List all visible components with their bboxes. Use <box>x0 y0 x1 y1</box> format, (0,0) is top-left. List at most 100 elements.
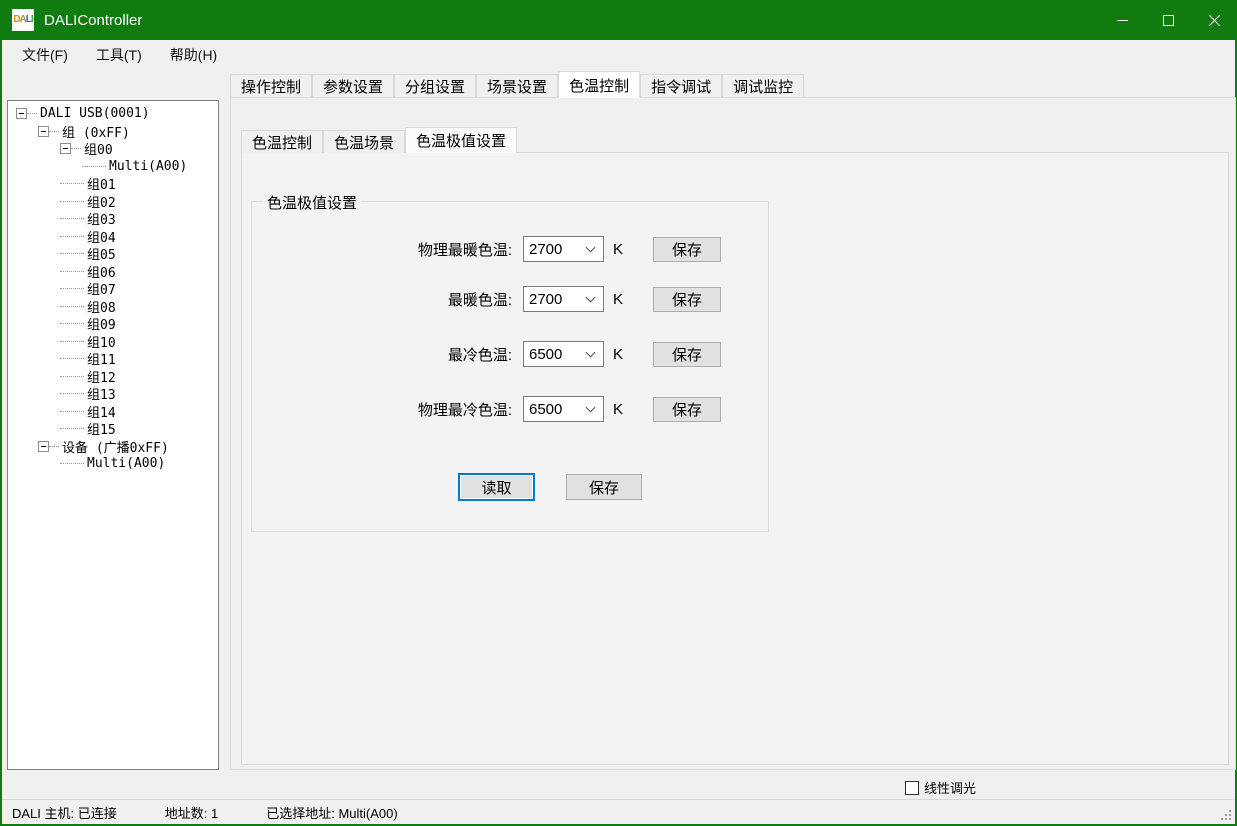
tree-connector <box>60 393 84 394</box>
tree-item-label: 组07 <box>87 279 116 298</box>
tree-collapse-icon[interactable] <box>38 441 49 452</box>
tree-item[interactable]: 设备 (广播0xFF) <box>8 438 218 456</box>
status-host: DALI 主机: 已连接 <box>12 803 117 822</box>
tree-item[interactable]: 组00 <box>8 140 218 158</box>
tree-item[interactable]: 组11 <box>8 350 218 368</box>
cct-row-label: 最冷色温: <box>252 344 512 365</box>
cct-row-label: 物理最冷色温: <box>252 399 512 420</box>
tree-connector <box>60 376 84 377</box>
tree-item[interactable]: DALI USB(0001) <box>8 105 218 123</box>
tree-connector <box>82 166 106 167</box>
tree-item-label: 组 (0xFF) <box>62 122 130 141</box>
tree-item[interactable]: 组01 <box>8 175 218 193</box>
tree-connector <box>60 341 84 342</box>
main-tab[interactable]: 调试监控 <box>722 74 804 98</box>
row-save-button[interactable]: 保存 <box>653 397 721 422</box>
main-tab[interactable]: 场景设置 <box>476 74 558 98</box>
device-tree[interactable]: DALI USB(0001)组 (0xFF)组00Multi(A00)组01组0… <box>7 100 219 770</box>
tree-connector <box>49 131 59 132</box>
action-row: 读取 保存 <box>458 473 642 501</box>
tree-item-label: 组14 <box>87 402 116 421</box>
tree-collapse-icon[interactable] <box>16 108 27 119</box>
resize-grip[interactable] <box>1219 808 1231 820</box>
cct-value: 6500 <box>524 401 587 418</box>
main-tab[interactable]: 操作控制 <box>230 74 312 98</box>
unit-label: K <box>613 346 633 363</box>
tree-item[interactable]: 组12 <box>8 368 218 386</box>
statusbar: DALI 主机: 已连接 地址数: 1 已选择地址: Multi(A00) <box>2 799 1235 824</box>
tree-connector <box>60 288 84 289</box>
row-save-button[interactable]: 保存 <box>653 342 721 367</box>
tree-item-label: 组12 <box>87 367 116 386</box>
tree-item[interactable]: 组02 <box>8 193 218 211</box>
tree-item[interactable]: 组14 <box>8 403 218 421</box>
tree-item[interactable]: 组07 <box>8 280 218 298</box>
row-save-button[interactable]: 保存 <box>653 237 721 262</box>
tree-connector <box>60 236 84 237</box>
tree-item[interactable]: 组13 <box>8 385 218 403</box>
cct-limits-groupbox: 色温极值设置 读取 保存 物理最暖色温:2700K保存最暖色温:2700K保存最… <box>251 201 769 532</box>
menu-item[interactable]: 文件(F) <box>8 41 82 69</box>
tree-item[interactable]: 组04 <box>8 228 218 246</box>
sub-tab[interactable]: 色温控制 <box>241 130 323 153</box>
cct-value-dropdown[interactable]: 6500 <box>523 341 604 367</box>
linear-dimming-checkbox[interactable] <box>905 781 919 795</box>
tree-connector <box>60 411 84 412</box>
tree-item-label: 组03 <box>87 209 116 228</box>
read-button[interactable]: 读取 <box>458 473 535 501</box>
close-icon <box>1208 14 1221 27</box>
tree-item-label: 组02 <box>87 192 116 211</box>
tree-connector <box>60 271 84 272</box>
status-selected-address: 已选择地址: Multi(A00) <box>266 803 397 822</box>
tree-item-label: 组05 <box>87 244 116 263</box>
save-all-button[interactable]: 保存 <box>566 474 642 500</box>
tree-collapse-icon[interactable] <box>38 126 49 137</box>
cct-value-dropdown[interactable]: 2700 <box>523 236 604 262</box>
tree-item[interactable]: 组 (0xFF) <box>8 123 218 141</box>
menu-item[interactable]: 工具(T) <box>82 41 156 69</box>
cct-value-dropdown[interactable]: 2700 <box>523 286 604 312</box>
main-tab[interactable]: 分组设置 <box>394 74 476 98</box>
main-tab[interactable]: 指令调试 <box>640 74 722 98</box>
unit-label: K <box>613 291 633 308</box>
tree-item[interactable]: 组06 <box>8 263 218 281</box>
maximize-button[interactable] <box>1145 0 1191 40</box>
sub-tab[interactable]: 色温场景 <box>323 130 405 153</box>
menu-item[interactable]: 帮助(H) <box>156 41 231 69</box>
minimize-icon <box>1117 20 1128 21</box>
menubar: 文件(F)工具(T)帮助(H) <box>2 40 1235 70</box>
main-tab[interactable]: 参数设置 <box>312 74 394 98</box>
tree-item-label: Multi(A00) <box>109 159 187 174</box>
tree-item[interactable]: Multi(A00) <box>8 158 218 176</box>
main-tabstrip: 操作控制参数设置分组设置场景设置色温控制指令调试调试监控 <box>230 73 804 98</box>
tree-connector <box>49 446 59 447</box>
tree-connector <box>27 113 37 114</box>
window-controls <box>1099 0 1237 40</box>
app-icon: DALI <box>12 9 34 31</box>
tree-item[interactable]: 组15 <box>8 420 218 438</box>
maximize-icon <box>1163 15 1174 26</box>
sub-tabstrip: 色温控制色温场景色温极值设置 <box>241 129 517 153</box>
tree-connector <box>71 148 81 149</box>
tree-item[interactable]: Multi(A00) <box>8 455 218 473</box>
cct-row-label: 最暖色温: <box>252 289 512 310</box>
tree-item-label: 组08 <box>87 297 116 316</box>
tree-item-label: DALI USB(0001) <box>40 106 150 121</box>
minimize-button[interactable] <box>1099 0 1145 40</box>
titlebar[interactable]: DALI DALIController <box>2 0 1237 40</box>
main-tab[interactable]: 色温控制 <box>558 71 640 98</box>
tree-item-label: 组01 <box>87 174 116 193</box>
row-save-button[interactable]: 保存 <box>653 287 721 312</box>
tree-item[interactable]: 组03 <box>8 210 218 228</box>
sub-tab[interactable]: 色温极值设置 <box>405 127 517 153</box>
tree-item[interactable]: 组10 <box>8 333 218 351</box>
tree-connector <box>60 306 84 307</box>
tree-item-label: 组09 <box>87 314 116 333</box>
cct-value-dropdown[interactable]: 6500 <box>523 396 604 422</box>
cct-value: 6500 <box>524 346 587 363</box>
tree-item[interactable]: 组05 <box>8 245 218 263</box>
tree-item[interactable]: 组09 <box>8 315 218 333</box>
tree-item[interactable]: 组08 <box>8 298 218 316</box>
close-button[interactable] <box>1191 0 1237 40</box>
tree-collapse-icon[interactable] <box>60 143 71 154</box>
